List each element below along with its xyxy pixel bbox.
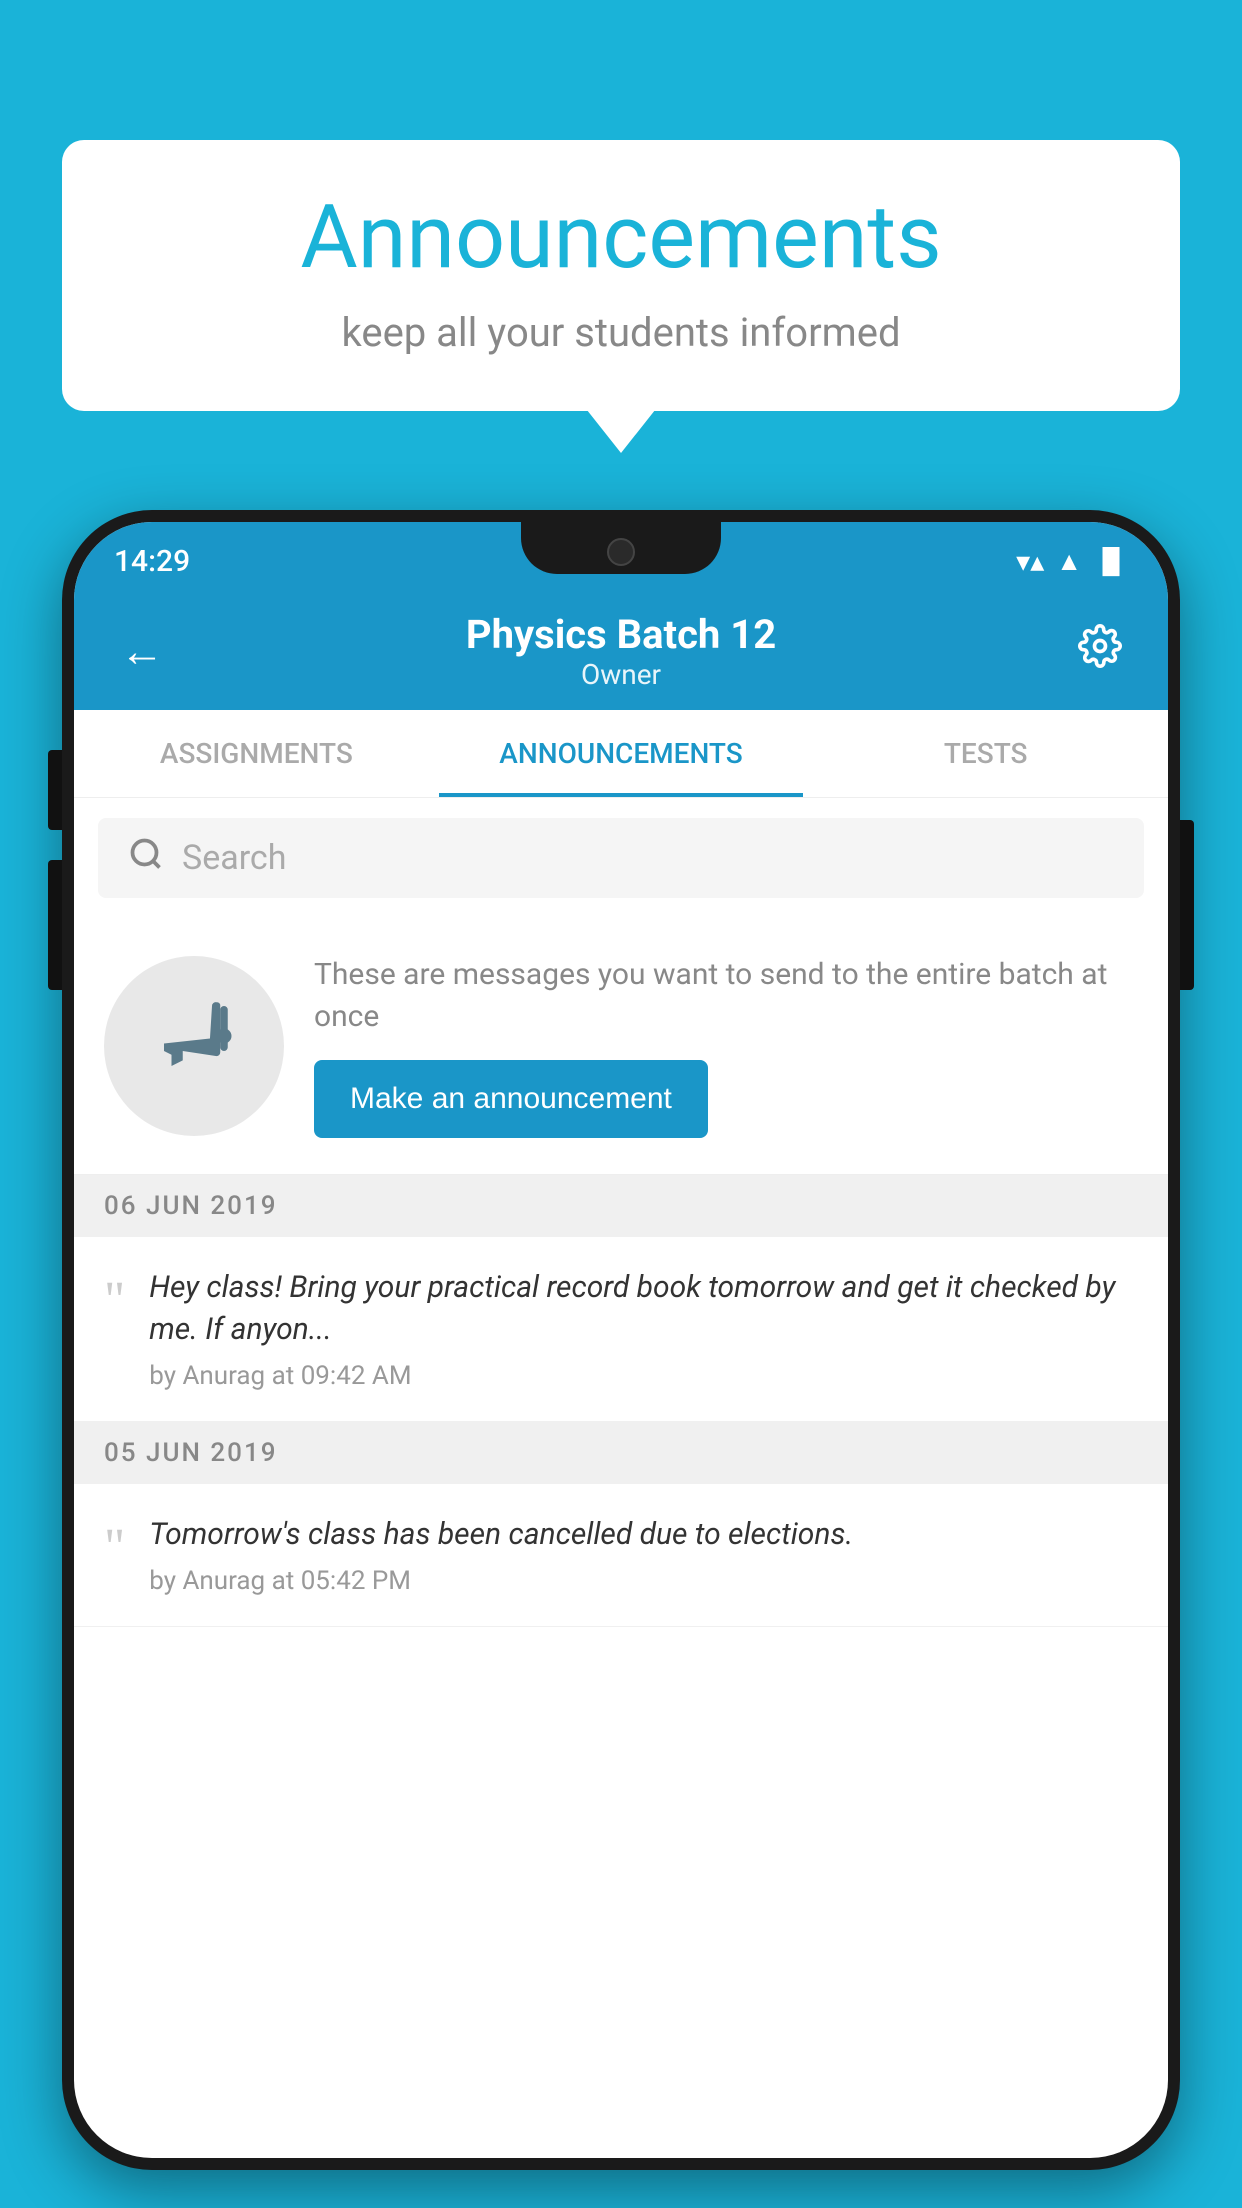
app-bar-center: Physics Batch 12 Owner: [466, 611, 776, 691]
search-container: Search: [74, 798, 1168, 918]
app-bar-title: Physics Batch 12: [466, 611, 776, 658]
search-icon: [128, 836, 164, 881]
quote-icon-1: ": [104, 1275, 125, 1391]
promo-content: These are messages you want to send to t…: [314, 954, 1138, 1138]
phone-notch: [521, 522, 721, 574]
search-bar[interactable]: Search: [98, 818, 1144, 898]
announcement-item-1: " Hey class! Bring your practical record…: [74, 1237, 1168, 1422]
tab-announcements[interactable]: ANNOUNCEMENTS: [439, 710, 804, 797]
status-time: 14:29: [114, 544, 190, 579]
phone-container: 14:29 ▾▴ ▲ ▐▌ ← Physics Batch 12 Owner: [62, 510, 1180, 2208]
battery-icon: ▐▌: [1094, 547, 1128, 576]
announcement-author-2: by Anurag at 05:42 PM: [149, 1566, 1138, 1596]
date-divider-1: 06 JUN 2019: [74, 1175, 1168, 1237]
megaphone-icon: [149, 991, 239, 1101]
front-camera: [607, 538, 635, 566]
promo-icon-circle: [104, 956, 284, 1136]
phone-screen: 14:29 ▾▴ ▲ ▐▌ ← Physics Batch 12 Owner: [74, 522, 1168, 2158]
announcement-text-2: Tomorrow's class has been cancelled due …: [149, 1514, 1138, 1556]
tab-bar: ASSIGNMENTS ANNOUNCEMENTS TESTS: [74, 710, 1168, 798]
announcement-text-1: Hey class! Bring your practical record b…: [149, 1267, 1138, 1351]
bubble-title: Announcements: [122, 190, 1120, 287]
speech-bubble-section: Announcements keep all your students inf…: [62, 140, 1180, 411]
announcement-content-2: Tomorrow's class has been cancelled due …: [149, 1514, 1138, 1596]
wifi-icon: ▾▴: [1016, 545, 1044, 578]
tab-tests[interactable]: TESTS: [803, 710, 1168, 797]
back-button[interactable]: ←: [110, 615, 174, 687]
search-placeholder: Search: [182, 838, 286, 878]
quote-icon-2: ": [104, 1522, 125, 1596]
date-divider-2: 05 JUN 2019: [74, 1422, 1168, 1484]
signal-icon: ▲: [1056, 546, 1082, 577]
promo-card: These are messages you want to send to t…: [74, 918, 1168, 1175]
bubble-subtitle: keep all your students informed: [122, 309, 1120, 356]
status-icons: ▾▴ ▲ ▐▌: [1016, 545, 1128, 578]
speech-bubble: Announcements keep all your students inf…: [62, 140, 1180, 411]
phone-mockup: 14:29 ▾▴ ▲ ▐▌ ← Physics Batch 12 Owner: [62, 510, 1180, 2170]
app-bar-subtitle: Owner: [466, 658, 776, 691]
make-announcement-button[interactable]: Make an announcement: [314, 1060, 708, 1138]
announcement-content-1: Hey class! Bring your practical record b…: [149, 1267, 1138, 1391]
announcement-author-1: by Anurag at 09:42 AM: [149, 1361, 1138, 1391]
volume-up-button: [48, 750, 62, 830]
volume-down-button: [48, 860, 62, 990]
power-button: [1180, 820, 1194, 990]
app-bar: ← Physics Batch 12 Owner: [74, 592, 1168, 710]
announcement-item-2: " Tomorrow's class has been cancelled du…: [74, 1484, 1168, 1627]
promo-description: These are messages you want to send to t…: [314, 954, 1138, 1038]
tab-assignments[interactable]: ASSIGNMENTS: [74, 710, 439, 797]
settings-button[interactable]: [1068, 614, 1132, 689]
